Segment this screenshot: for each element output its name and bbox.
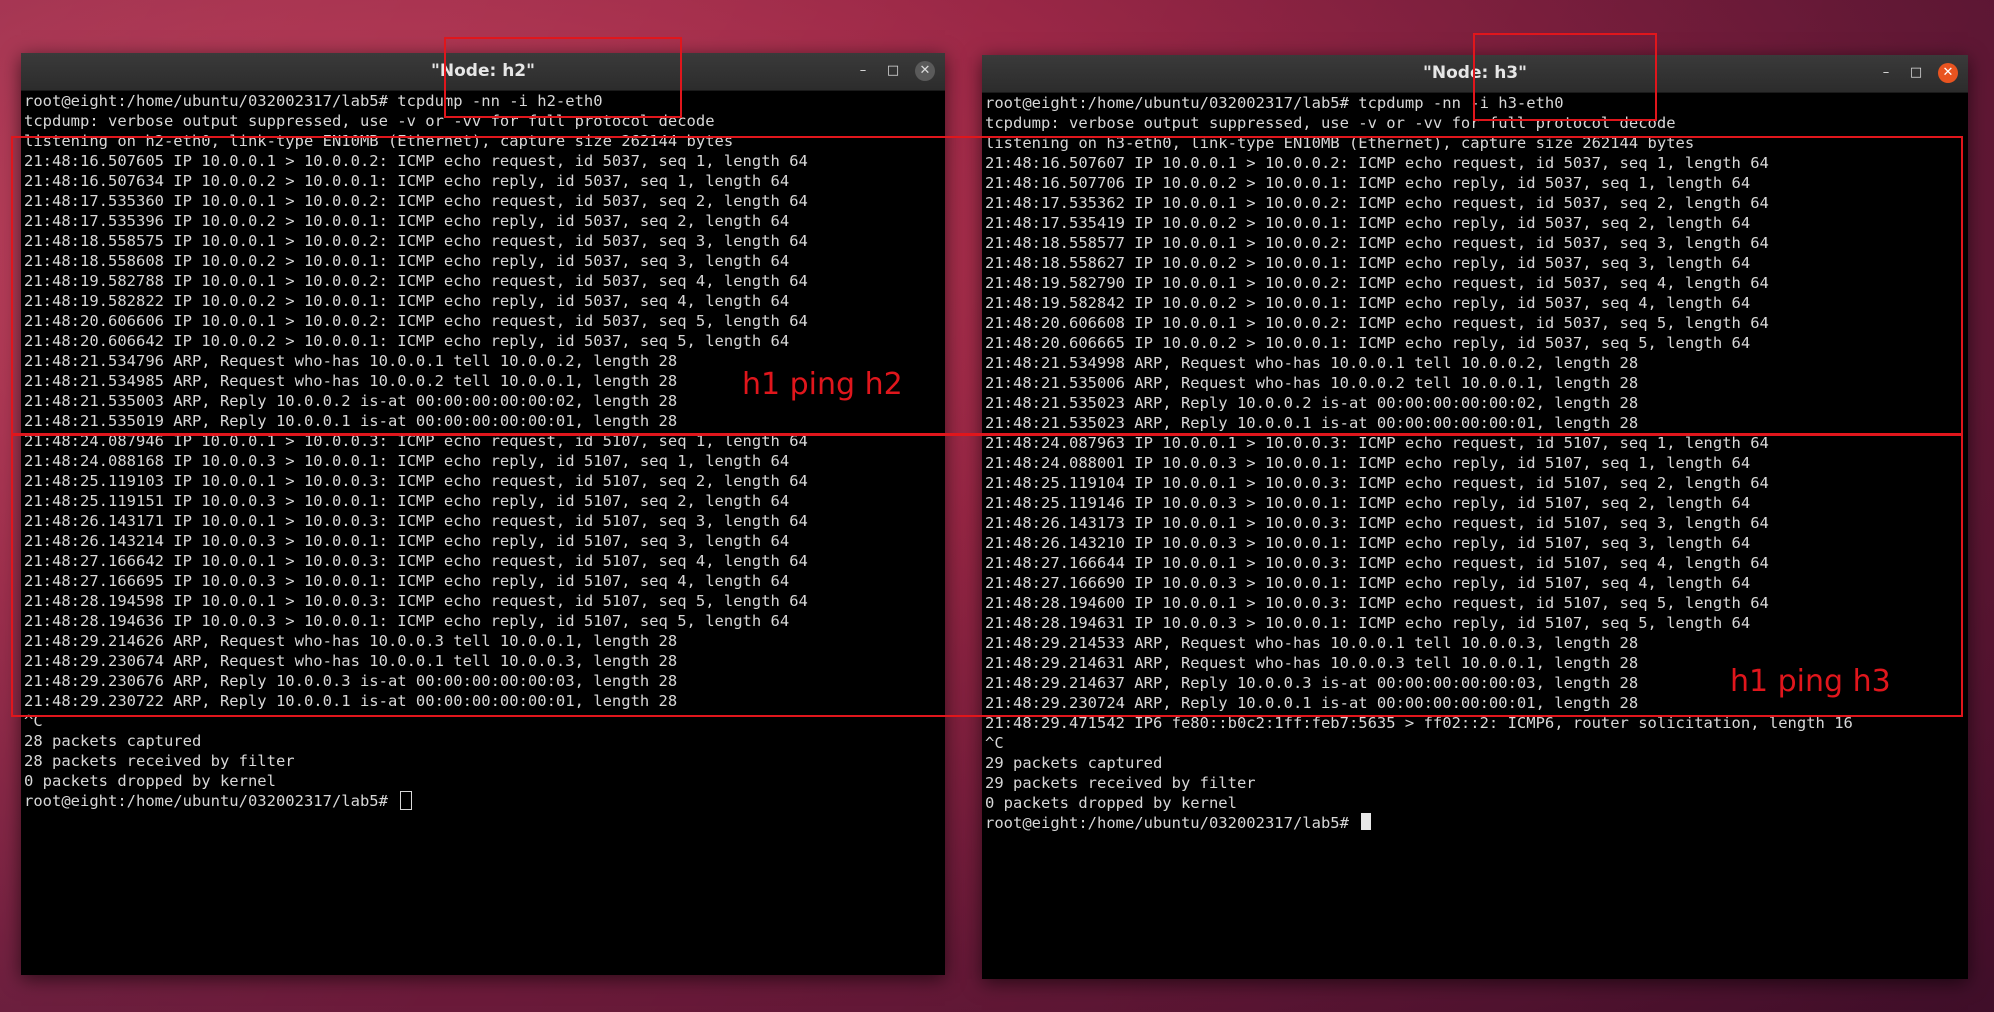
terminal-line: 21:48:28.194598 IP 10.0.0.1 > 10.0.0.3: … [24, 592, 808, 610]
terminal-line: 21:48:25.119151 IP 10.0.0.3 > 10.0.0.1: … [24, 492, 790, 510]
text-cursor[interactable] [400, 791, 413, 810]
terminal-line: 21:48:27.166644 IP 10.0.0.1 > 10.0.0.3: … [985, 554, 1769, 572]
minimize-icon[interactable]: – [853, 61, 873, 81]
terminal-line: 21:48:26.143210 IP 10.0.0.3 > 10.0.0.1: … [985, 534, 1751, 552]
terminal-line: 21:48:28.194600 IP 10.0.0.1 > 10.0.0.3: … [985, 594, 1769, 612]
text-cursor[interactable] [1361, 813, 1372, 830]
terminal-line: 21:48:29.214626 ARP, Request who-has 10.… [24, 632, 678, 650]
window-title: "Node: h3" [1423, 63, 1527, 83]
terminal-line: tcpdump: verbose output suppressed, use … [985, 114, 1676, 132]
titlebar[interactable]: "Node: h2" – □ ✕ [21, 53, 945, 91]
terminal-line: 21:48:19.582790 IP 10.0.0.1 > 10.0.0.2: … [985, 274, 1769, 292]
terminal-line: 21:48:26.143214 IP 10.0.0.3 > 10.0.0.1: … [24, 532, 790, 550]
terminal-line: 21:48:29.230676 ARP, Reply 10.0.0.3 is-a… [24, 672, 678, 690]
terminal-line: 21:48:21.535023 ARP, Reply 10.0.0.1 is-a… [985, 414, 1639, 432]
terminal-line: 21:48:21.534998 ARP, Request who-has 10.… [985, 354, 1639, 372]
terminal-line: 21:48:20.606642 IP 10.0.0.2 > 10.0.0.1: … [24, 332, 790, 350]
close-icon[interactable]: ✕ [915, 61, 935, 81]
terminal-line: tcpdump: verbose output suppressed, use … [24, 112, 715, 130]
shell-prompt: root@eight:/home/ubuntu/032002317/lab5# [24, 792, 398, 810]
terminal-line: 21:48:25.119103 IP 10.0.0.1 > 10.0.0.3: … [24, 472, 808, 490]
terminal-line: 21:48:25.119104 IP 10.0.0.1 > 10.0.0.3: … [985, 474, 1769, 492]
terminal-line: 28 packets captured [24, 732, 202, 750]
terminal-line: 0 packets dropped by kernel [24, 772, 276, 790]
terminal-window-h2[interactable]: "Node: h2" – □ ✕ root@eight:/home/ubuntu… [21, 53, 945, 975]
annotation-label-h2: h1 ping h2 [742, 367, 903, 402]
terminal-line: 21:48:21.535019 ARP, Reply 10.0.0.1 is-a… [24, 412, 678, 430]
terminal-line: 21:48:27.166695 IP 10.0.0.3 > 10.0.0.1: … [24, 572, 790, 590]
terminal-line: 21:48:24.087946 IP 10.0.0.1 > 10.0.0.3: … [24, 432, 808, 450]
terminal-line: 21:48:26.143171 IP 10.0.0.1 > 10.0.0.3: … [24, 512, 808, 530]
terminal-line: 21:48:24.088001 IP 10.0.0.3 > 10.0.0.1: … [985, 454, 1751, 472]
terminal-line: 21:48:27.166690 IP 10.0.0.3 > 10.0.0.1: … [985, 574, 1751, 592]
terminal-line: 29 packets received by filter [985, 774, 1256, 792]
terminal-line: 21:48:21.535023 ARP, Reply 10.0.0.2 is-a… [985, 394, 1639, 412]
terminal-line: root@eight:/home/ubuntu/032002317/lab5# … [24, 92, 603, 110]
terminal-line: 21:48:18.558577 IP 10.0.0.1 > 10.0.0.2: … [985, 234, 1769, 252]
terminal-line: 21:48:26.143173 IP 10.0.0.1 > 10.0.0.3: … [985, 514, 1769, 532]
terminal-line: 21:48:16.507605 IP 10.0.0.1 > 10.0.0.2: … [24, 152, 808, 170]
terminal-output[interactable]: root@eight:/home/ubuntu/032002317/lab5# … [985, 93, 1965, 979]
terminal-line: 0 packets dropped by kernel [985, 794, 1237, 812]
terminal-line: 21:48:16.507634 IP 10.0.0.2 > 10.0.0.1: … [24, 172, 790, 190]
terminal-line: ^C [24, 712, 43, 730]
close-icon[interactable]: ✕ [1938, 63, 1958, 83]
terminal-line: listening on h3-eth0, link-type EN10MB (… [985, 134, 1695, 152]
terminal-line: 21:48:20.606606 IP 10.0.0.1 > 10.0.0.2: … [24, 312, 808, 330]
terminal-line: ^C [985, 734, 1004, 752]
terminal-line: 21:48:27.166642 IP 10.0.0.1 > 10.0.0.3: … [24, 552, 808, 570]
terminal-line: 21:48:18.558608 IP 10.0.0.2 > 10.0.0.1: … [24, 252, 790, 270]
minimize-icon[interactable]: – [1876, 63, 1896, 83]
terminal-line: 21:48:17.535419 IP 10.0.0.2 > 10.0.0.1: … [985, 214, 1751, 232]
window-title: "Node: h2" [431, 61, 535, 81]
terminal-line: 21:48:19.582788 IP 10.0.0.1 > 10.0.0.2: … [24, 272, 808, 290]
shell-prompt: root@eight:/home/ubuntu/032002317/lab5# [985, 814, 1359, 832]
maximize-icon[interactable]: □ [883, 61, 903, 81]
maximize-icon[interactable]: □ [1906, 63, 1926, 83]
terminal-line: 21:48:19.582842 IP 10.0.0.2 > 10.0.0.1: … [985, 294, 1751, 312]
output-lines: root@eight:/home/ubuntu/032002317/lab5# … [985, 93, 1965, 833]
terminal-line: 29 packets captured [985, 754, 1163, 772]
terminal-output[interactable]: root@eight:/home/ubuntu/032002317/lab5# … [24, 91, 942, 975]
terminal-line: 21:48:17.535362 IP 10.0.0.1 > 10.0.0.2: … [985, 194, 1769, 212]
terminal-line: 21:48:20.606608 IP 10.0.0.1 > 10.0.0.2: … [985, 314, 1769, 332]
annotation-label-h3: h1 ping h3 [1730, 664, 1891, 699]
terminal-line: 21:48:25.119146 IP 10.0.0.3 > 10.0.0.1: … [985, 494, 1751, 512]
terminal-line: 21:48:24.088168 IP 10.0.0.3 > 10.0.0.1: … [24, 452, 790, 470]
terminal-line: 21:48:18.558627 IP 10.0.0.2 > 10.0.0.1: … [985, 254, 1751, 272]
terminal-line: 21:48:24.087963 IP 10.0.0.1 > 10.0.0.3: … [985, 434, 1769, 452]
terminal-line: 21:48:18.558575 IP 10.0.0.1 > 10.0.0.2: … [24, 232, 808, 250]
terminal-line: 21:48:28.194636 IP 10.0.0.3 > 10.0.0.1: … [24, 612, 790, 630]
terminal-line: 21:48:17.535396 IP 10.0.0.2 > 10.0.0.1: … [24, 212, 790, 230]
terminal-line: 21:48:29.471542 IP6 fe80::b0c2:1ff:feb7:… [985, 714, 1853, 732]
terminal-line: 21:48:29.214533 ARP, Request who-has 10.… [985, 634, 1639, 652]
prompt-line[interactable]: root@eight:/home/ubuntu/032002317/lab5# [24, 791, 942, 811]
terminal-window-h3[interactable]: "Node: h3" – □ ✕ root@eight:/home/ubuntu… [982, 55, 1968, 979]
terminal-line: root@eight:/home/ubuntu/032002317/lab5# … [985, 94, 1564, 112]
terminal-line: 21:48:29.230674 ARP, Request who-has 10.… [24, 652, 678, 670]
terminal-line: 21:48:16.507706 IP 10.0.0.2 > 10.0.0.1: … [985, 174, 1751, 192]
prompt-line[interactable]: root@eight:/home/ubuntu/032002317/lab5# [985, 813, 1965, 833]
terminal-line: 21:48:19.582822 IP 10.0.0.2 > 10.0.0.1: … [24, 292, 790, 310]
terminal-line: 21:48:21.535006 ARP, Request who-has 10.… [985, 374, 1639, 392]
output-lines: root@eight:/home/ubuntu/032002317/lab5# … [24, 91, 942, 811]
terminal-line: 21:48:20.606665 IP 10.0.0.2 > 10.0.0.1: … [985, 334, 1751, 352]
terminal-line: listening on h2-eth0, link-type EN10MB (… [24, 132, 734, 150]
terminal-line: 28 packets received by filter [24, 752, 295, 770]
terminal-line: 21:48:29.230722 ARP, Reply 10.0.0.1 is-a… [24, 692, 678, 710]
terminal-line: 21:48:16.507607 IP 10.0.0.1 > 10.0.0.2: … [985, 154, 1769, 172]
terminal-line: 21:48:17.535360 IP 10.0.0.1 > 10.0.0.2: … [24, 192, 808, 210]
titlebar[interactable]: "Node: h3" – □ ✕ [982, 55, 1968, 93]
terminal-line: 21:48:28.194631 IP 10.0.0.3 > 10.0.0.1: … [985, 614, 1751, 632]
